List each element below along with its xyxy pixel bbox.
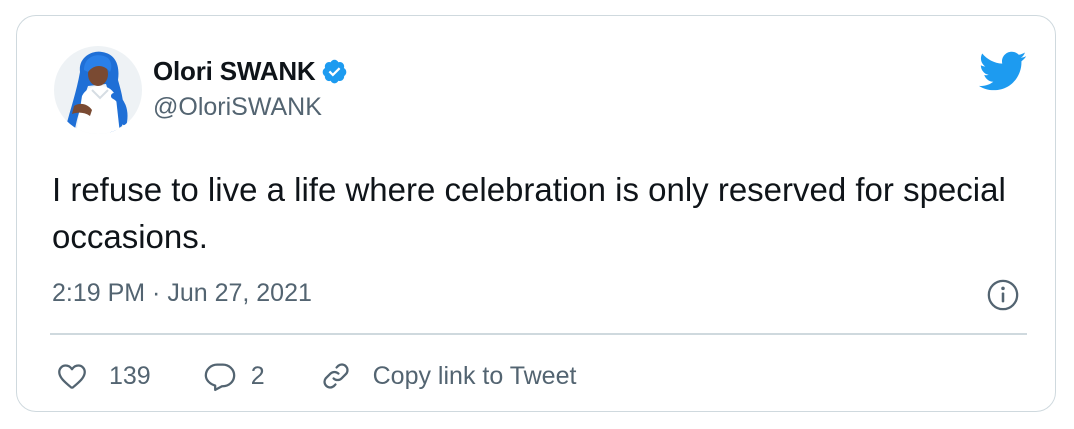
like-count: 139: [109, 361, 151, 390]
link-icon: [319, 359, 353, 393]
tweet-text: I refuse to live a life where celebratio…: [52, 171, 1006, 255]
reply-bubble-icon: [203, 359, 237, 393]
heart-icon: [55, 359, 89, 393]
avatar[interactable]: [54, 46, 142, 134]
copy-link-button[interactable]: Copy link to Tweet: [319, 359, 577, 393]
verified-badge-icon: [321, 58, 348, 85]
copy-link-label: Copy link to Tweet: [372, 361, 577, 390]
tweet-actions: 139 2 Copy link to Tweet: [55, 357, 576, 395]
tweet-timestamp[interactable]: 2:19 PM · Jun 27, 2021: [52, 279, 312, 308]
reply-button[interactable]: 2: [203, 359, 265, 393]
info-icon[interactable]: [986, 278, 1020, 312]
avatar-image: [54, 46, 142, 134]
twitter-bird-icon[interactable]: [977, 50, 1027, 92]
user-handle[interactable]: @OloriSWANK: [153, 93, 322, 122]
divider: [50, 333, 1027, 335]
tweet-card[interactable]: Olori SWANK @OloriSWANK I refuse to live…: [16, 15, 1056, 412]
display-name[interactable]: Olori SWANK: [153, 56, 316, 87]
reply-count: 2: [250, 361, 265, 390]
like-button[interactable]: 139: [55, 359, 151, 393]
